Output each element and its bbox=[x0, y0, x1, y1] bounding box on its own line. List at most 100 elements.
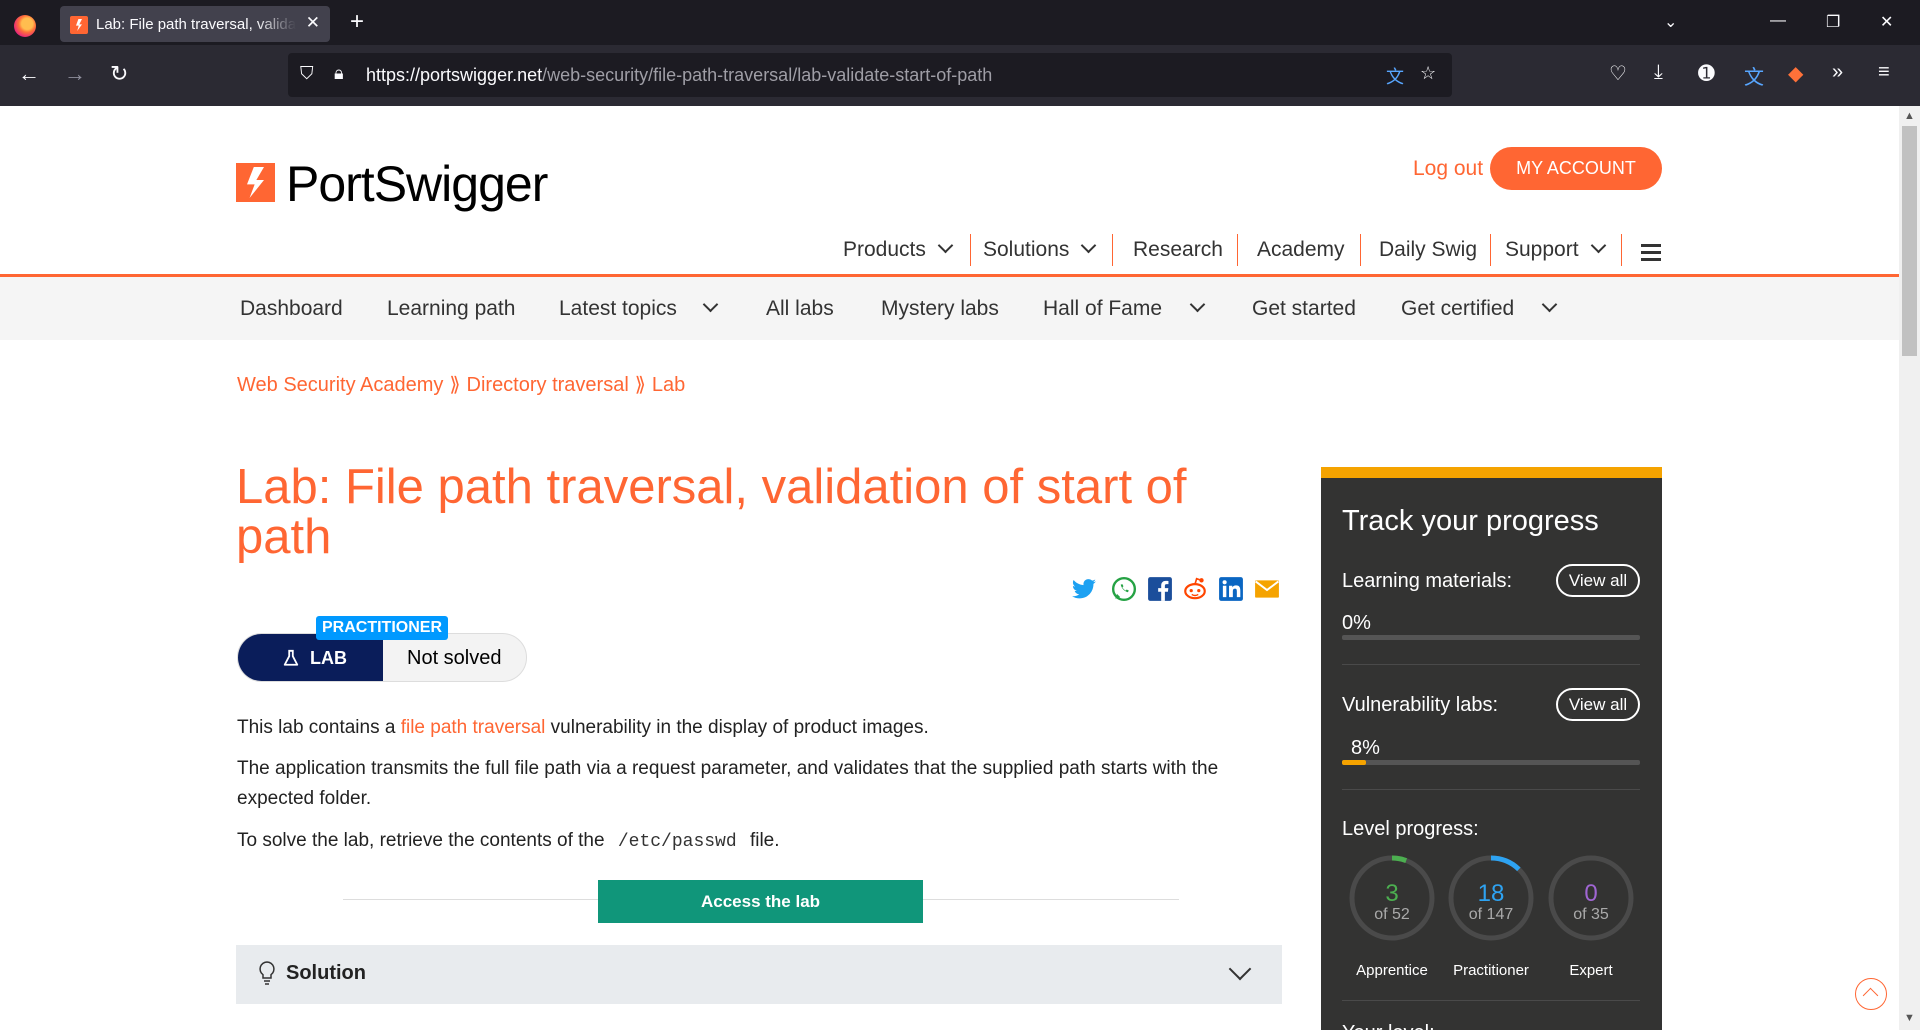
subnav-hall-of-fame[interactable]: Hall of Fame bbox=[1043, 296, 1206, 321]
view-all-learning-button[interactable]: View all bbox=[1556, 564, 1640, 597]
nav-divider bbox=[1490, 234, 1491, 266]
download-icon[interactable]: ⤓ bbox=[1654, 61, 1663, 84]
bookmark-star-icon[interactable]: ☆ bbox=[1420, 63, 1436, 84]
progress-panel: Track your progress Learning materials: … bbox=[1321, 467, 1662, 1030]
scroll-down-icon[interactable]: ▼ bbox=[1904, 1012, 1915, 1024]
forward-arrow-icon[interactable]: → bbox=[64, 61, 86, 87]
lab-description-2: The application transmits the full file … bbox=[237, 758, 1219, 809]
tab-list-chevron-icon[interactable]: ⌄ bbox=[1664, 12, 1677, 32]
restore-icon[interactable]: ❐ bbox=[1826, 12, 1840, 32]
breadcrumb-web-security-academy[interactable]: Web Security Academy bbox=[237, 374, 443, 396]
scroll-thumb[interactable] bbox=[1902, 126, 1917, 356]
lab-status-text: Not solved bbox=[407, 647, 502, 669]
solution-label: Solution bbox=[286, 962, 366, 984]
level-progress-label: Level progress: bbox=[1342, 818, 1479, 840]
nav-academy[interactable]: Academy bbox=[1257, 238, 1345, 262]
overflow-chevrons-icon[interactable]: » bbox=[1832, 61, 1843, 84]
reddit-icon[interactable] bbox=[1182, 576, 1208, 602]
browser-tab[interactable]: Lab: File path traversal, validation of … bbox=[60, 6, 330, 42]
solution-accordion[interactable]: Solution bbox=[236, 945, 1282, 1004]
nav-divider bbox=[1237, 234, 1238, 266]
expert-total: of 35 bbox=[1573, 906, 1609, 923]
close-window-icon[interactable]: ✕ bbox=[1880, 12, 1893, 32]
panel-divider bbox=[1342, 1000, 1640, 1001]
expert-label: Expert bbox=[1569, 962, 1613, 979]
new-tab-icon[interactable]: + bbox=[350, 8, 364, 36]
portswigger-logo-icon bbox=[236, 163, 275, 202]
apprentice-total: of 52 bbox=[1374, 906, 1410, 923]
facebook-icon[interactable] bbox=[1147, 576, 1173, 602]
lightbulb-icon bbox=[259, 961, 275, 985]
nav-research[interactable]: Research bbox=[1133, 238, 1223, 262]
browser-navigation-bar: ← → ↻ ⛉ 🔒︎ https://portswigger.net/web-s… bbox=[0, 45, 1920, 106]
learning-materials-label: Learning materials: bbox=[1342, 570, 1513, 592]
password-manager-icon[interactable]: ➊ bbox=[1698, 61, 1715, 86]
hamburger-menu-icon[interactable] bbox=[1641, 244, 1661, 265]
vulnerability-labs-label: Vulnerability labs: bbox=[1342, 694, 1499, 716]
twitter-icon[interactable] bbox=[1071, 576, 1097, 602]
minimize-icon[interactable]: — bbox=[1770, 12, 1786, 30]
expert-count: 0 bbox=[1584, 880, 1598, 907]
subnav-get-started[interactable]: Get started bbox=[1252, 297, 1356, 321]
subnav-dashboard[interactable]: Dashboard bbox=[240, 297, 343, 321]
subnav-mystery-labs[interactable]: Mystery labs bbox=[881, 297, 999, 321]
linkedin-icon[interactable] bbox=[1218, 576, 1244, 602]
subnav-all-labs[interactable]: All labs bbox=[766, 297, 834, 321]
email-icon[interactable] bbox=[1254, 576, 1280, 602]
pocket-icon[interactable]: ♡ bbox=[1609, 61, 1627, 86]
shield-icon[interactable]: ⛉ bbox=[300, 63, 314, 84]
practitioner-badge: PRACTITIONER bbox=[316, 616, 448, 640]
breadcrumb: Web Security Academy ⟫ Directory traversal… bbox=[237, 374, 686, 396]
logo-text: PortSwigger bbox=[286, 156, 548, 212]
close-tab-icon[interactable]: ✕ bbox=[306, 13, 320, 33]
file-path-traversal-link[interactable]: file path traversal bbox=[401, 717, 546, 738]
address-bar[interactable]: ⛉ 🔒︎ https://portswigger.net/web-securit… bbox=[288, 53, 1452, 97]
practitioner-total: of 147 bbox=[1468, 906, 1514, 923]
lab-description-1: This lab contains a file path traversal … bbox=[237, 717, 929, 738]
nav-products[interactable]: Products bbox=[843, 237, 954, 262]
chevron-down-icon bbox=[1228, 957, 1252, 981]
whatsapp-icon[interactable] bbox=[1111, 576, 1137, 602]
practitioner-label: Practitioner bbox=[1453, 962, 1529, 979]
back-arrow-icon[interactable]: ← bbox=[18, 61, 40, 87]
nav-solutions[interactable]: Solutions bbox=[983, 237, 1097, 262]
apprentice-count: 3 bbox=[1385, 880, 1399, 907]
reload-icon[interactable]: ↻ bbox=[110, 61, 128, 87]
breadcrumb-directory-traversal[interactable]: Directory traversal bbox=[467, 374, 629, 396]
chevron-down-icon bbox=[1081, 237, 1097, 254]
nav-daily-swig[interactable]: Daily Swig bbox=[1379, 238, 1477, 262]
chevron-down-icon bbox=[937, 237, 954, 254]
translate-icon[interactable]: 文 bbox=[1386, 63, 1404, 89]
learning-percent: 0% bbox=[1342, 612, 1371, 634]
tab-title: Lab: File path traversal, validation of … bbox=[96, 16, 296, 33]
expert-progress-ring: 0 of 35 bbox=[1547, 854, 1635, 942]
panel-divider bbox=[1342, 664, 1640, 665]
subnav-latest-topics[interactable]: Latest topics bbox=[559, 296, 719, 321]
my-account-button[interactable]: MY ACCOUNT bbox=[1490, 147, 1662, 190]
subnav-learning-path[interactable]: Learning path bbox=[387, 297, 515, 321]
access-the-lab-button[interactable]: Access the lab bbox=[598, 880, 923, 923]
subnav-get-certified[interactable]: Get certified bbox=[1401, 296, 1558, 321]
apprentice-progress-ring: 3 of 52 bbox=[1348, 854, 1436, 942]
portswigger-favicon-icon bbox=[70, 16, 88, 34]
lab-status-pill: LAB Not solved bbox=[237, 633, 527, 682]
logout-link[interactable]: Log out bbox=[1413, 157, 1483, 181]
back-to-top-icon[interactable] bbox=[1855, 978, 1887, 1010]
firefox-icon[interactable] bbox=[14, 15, 36, 37]
chevron-down-icon bbox=[1189, 296, 1206, 313]
scroll-up-icon[interactable]: ▲ bbox=[1904, 110, 1915, 122]
url-text[interactable]: https://portswigger.net/web-security/fil… bbox=[366, 65, 992, 86]
panel-divider bbox=[1342, 789, 1640, 790]
nav-divider bbox=[1112, 234, 1113, 266]
breadcrumb-lab[interactable]: Lab bbox=[652, 374, 685, 396]
nav-support[interactable]: Support bbox=[1505, 237, 1606, 262]
view-all-labs-button[interactable]: View all bbox=[1556, 688, 1640, 721]
foxyproxy-icon[interactable]: ◆ bbox=[1788, 61, 1803, 86]
nav-divider bbox=[970, 234, 971, 266]
lock-icon[interactable]: 🔒︎ bbox=[334, 63, 344, 84]
page-scrollbar[interactable]: ▲ ▼ bbox=[1899, 106, 1920, 1030]
page-title: Lab: File path traversal, validation of … bbox=[236, 460, 1187, 564]
academy-subnav: Dashboard Learning path Latest topics Al… bbox=[0, 277, 1899, 340]
menu-icon[interactable]: ≡ bbox=[1878, 61, 1890, 84]
translate-extension-icon[interactable]: 文 bbox=[1744, 61, 1764, 90]
